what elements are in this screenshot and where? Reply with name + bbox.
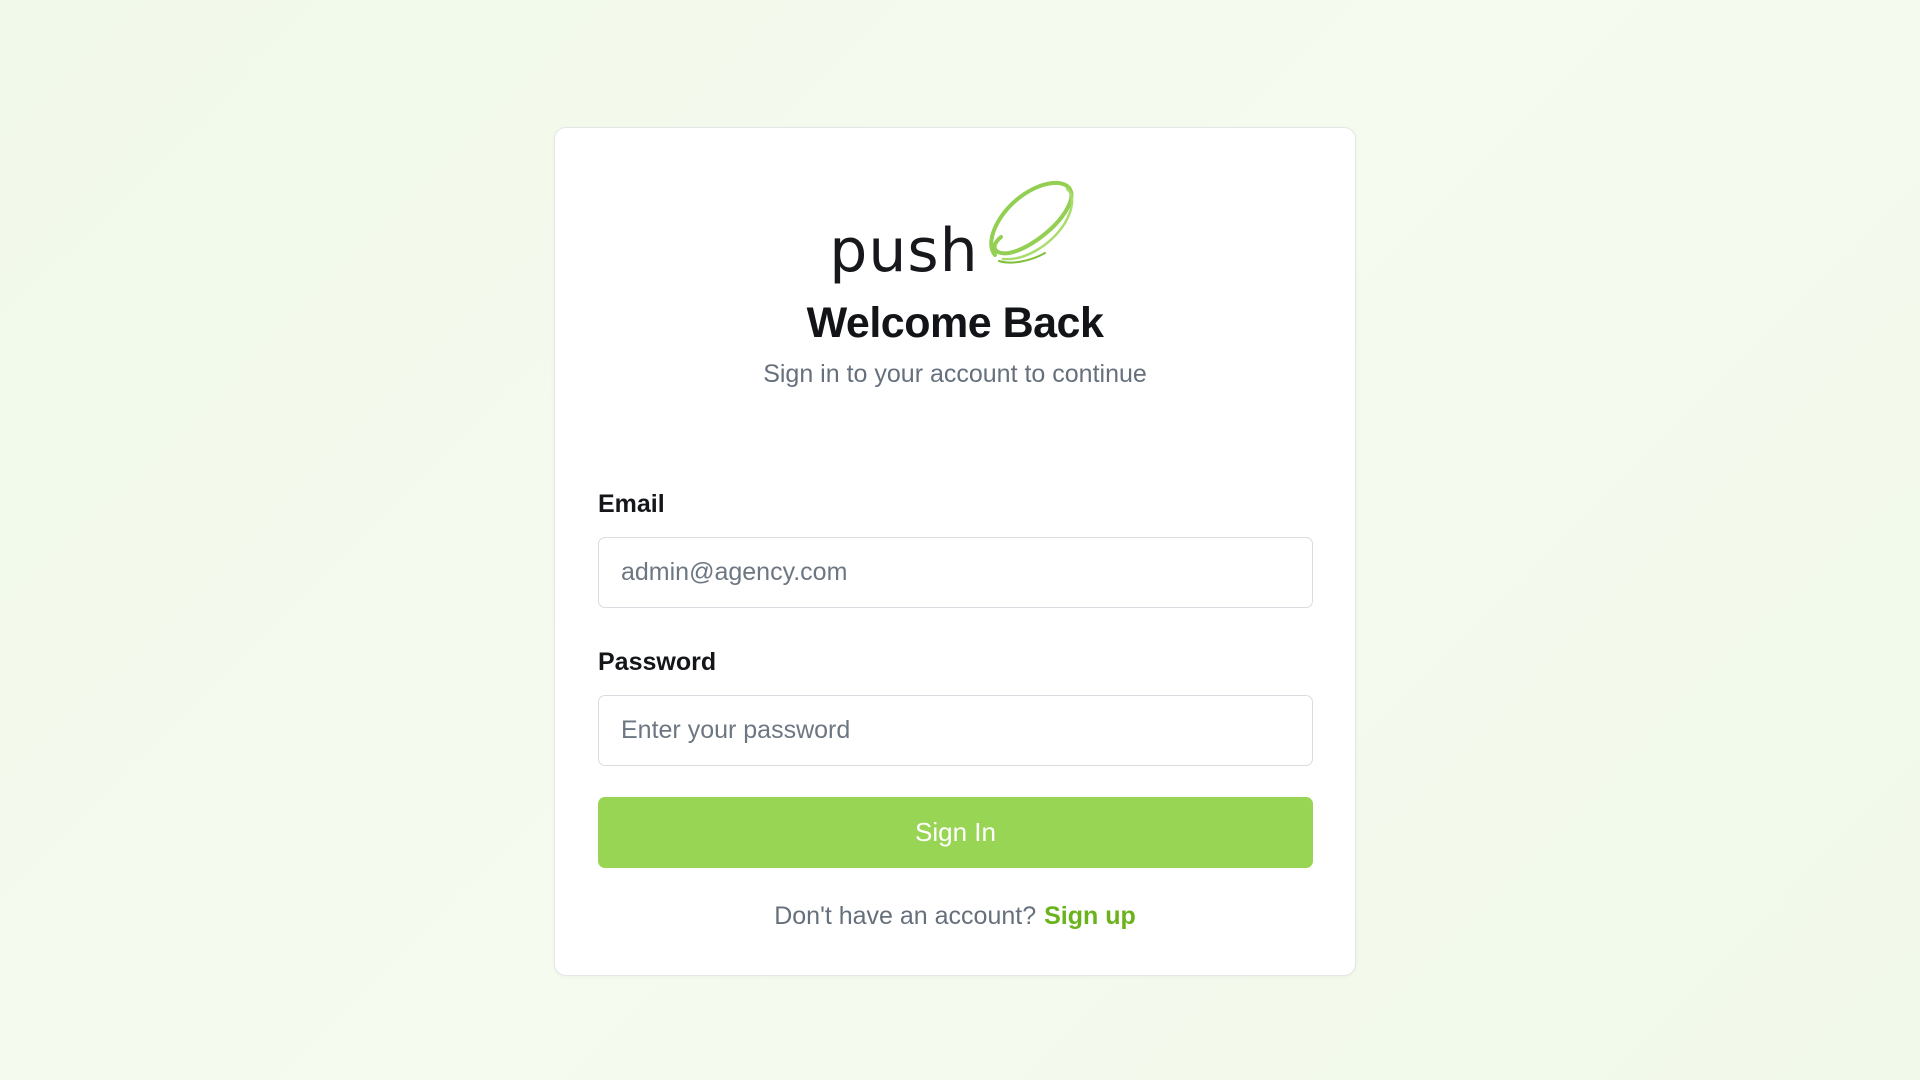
login-card: push Welcome Back Sign in to your accoun… [554,127,1356,976]
logo: push [555,168,1355,281]
sign-up-link[interactable]: Sign up [1044,902,1136,930]
page-title: Welcome Back [806,299,1104,347]
email-label: Email [598,490,665,518]
green-swoosh-logo-icon [988,180,1073,264]
logo-wordmark: push [829,216,979,286]
logo-lockup: push [829,175,1080,281]
page-subtitle: Sign in to your account to continue [763,360,1147,388]
email-field[interactable] [598,537,1313,608]
signup-prompt-row: Don't have an account? Sign up [555,899,1355,933]
password-field[interactable] [598,695,1313,766]
sign-in-button[interactable]: Sign In [598,797,1313,868]
password-label: Password [598,648,717,676]
signup-prompt-text: Don't have an account? [774,902,1037,930]
